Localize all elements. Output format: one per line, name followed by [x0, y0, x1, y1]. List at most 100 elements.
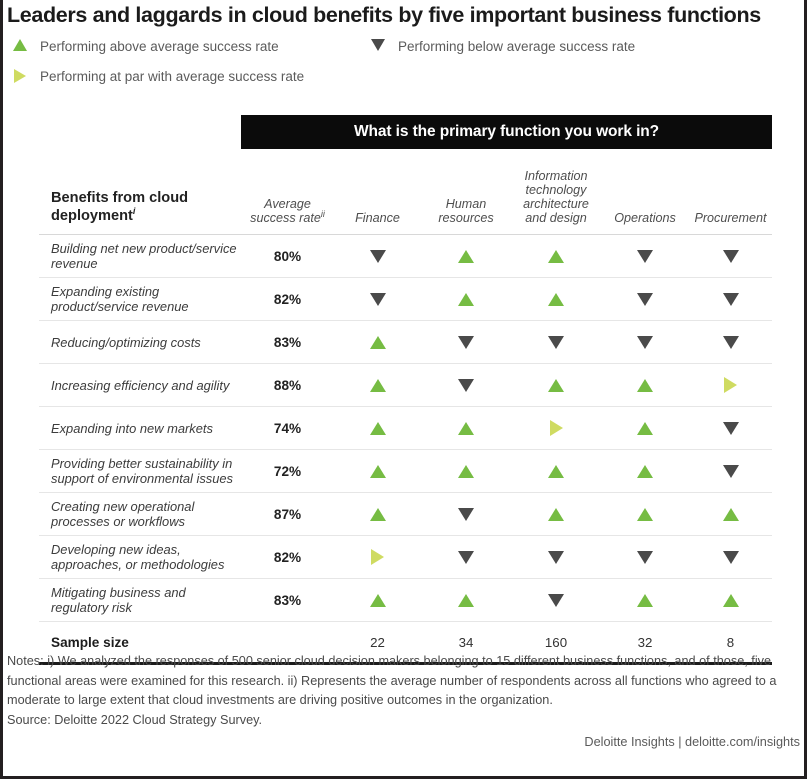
benefit-label: Expanding into new markets	[39, 406, 241, 450]
legend-item-at-par: Performing at par with average success r…	[11, 68, 304, 86]
average-success-rate-value: 74%	[241, 406, 334, 450]
column-header-procurement: Procurement	[689, 149, 772, 235]
triangle-up-icon	[637, 378, 653, 392]
performance-marker-cell	[511, 449, 601, 493]
performance-marker-cell	[334, 449, 421, 493]
performance-marker-cell	[511, 578, 601, 622]
triangle-down-icon	[548, 593, 564, 607]
triangle-up-icon	[722, 507, 739, 521]
performance-marker-cell	[421, 578, 511, 622]
performance-marker-cell	[421, 234, 511, 278]
footnote-marker-i: i	[132, 206, 136, 217]
performance-marker-cell	[601, 363, 689, 407]
triangle-down-icon	[458, 378, 474, 392]
performance-marker-cell	[421, 406, 511, 450]
average-success-rate-value: 83%	[241, 320, 334, 364]
performance-marker-cell	[511, 277, 601, 321]
triangle-down-icon	[722, 464, 739, 478]
benefit-label: Reducing/optimizing costs	[39, 320, 241, 364]
triangle-down-icon	[722, 249, 739, 263]
benefit-label: Providing better sustainability in suppo…	[39, 449, 241, 493]
average-success-rate-value: 88%	[241, 363, 334, 407]
performance-marker-cell	[511, 320, 601, 364]
table-header-row: Benefits from cloud deploymenti Average …	[39, 149, 772, 235]
triangle-right-icon	[11, 69, 29, 85]
triangle-up-icon	[548, 464, 564, 478]
triangle-right-icon	[724, 377, 737, 393]
column-header-it: Information technology architecture and …	[511, 149, 601, 235]
table-row: Increasing efficiency and agility 88%	[39, 363, 772, 407]
table-row: Mitigating business and regulatory risk 8…	[39, 578, 772, 622]
triangle-up-icon	[637, 421, 653, 435]
performance-marker-cell	[689, 535, 772, 579]
triangle-down-icon	[458, 550, 474, 564]
page-title: Leaders and laggards in cloud benefits b…	[7, 3, 761, 27]
column-header-benefit-text: Benefits from cloud deployment	[51, 190, 189, 224]
triangle-up-icon	[369, 507, 386, 521]
triangle-up-icon	[548, 249, 564, 263]
triangle-down-icon	[722, 335, 739, 349]
triangle-up-icon	[458, 464, 474, 478]
triangle-up-icon	[369, 335, 386, 349]
triangle-down-icon	[722, 421, 739, 435]
performance-marker-cell	[334, 406, 421, 450]
performance-marker-cell	[689, 363, 772, 407]
legend-item-below: Performing below average success rate	[369, 38, 635, 56]
table-row: Developing new ideas, approaches, or met…	[39, 535, 772, 579]
performance-marker-cell	[601, 320, 689, 364]
triangle-up-icon	[369, 593, 386, 607]
legend: Performing above average success rate Pe…	[7, 36, 797, 94]
triangle-down-icon	[722, 550, 739, 564]
benefit-label: Increasing efficiency and agility	[39, 363, 241, 407]
performance-marker-cell	[334, 277, 421, 321]
average-success-rate-value: 87%	[241, 492, 334, 536]
legend-item-above: Performing above average success rate	[11, 38, 279, 56]
column-header-operations: Operations	[601, 149, 689, 235]
performance-marker-cell	[601, 277, 689, 321]
performance-marker-cell	[601, 578, 689, 622]
table-row: Expanding existing product/service reven…	[39, 277, 772, 321]
triangle-up-icon	[637, 593, 653, 607]
average-success-rate-value: 80%	[241, 234, 334, 278]
column-header-finance: Finance	[334, 149, 421, 235]
footnote-marker-ii: ii	[320, 208, 325, 219]
legend-label-at-par: Performing at par with average success r…	[40, 69, 305, 84]
triangle-down-icon	[369, 292, 386, 306]
triangle-up-icon	[637, 507, 653, 521]
triangle-up-icon	[458, 421, 474, 435]
triangle-down-icon	[369, 249, 386, 263]
triangle-down-icon	[548, 335, 564, 349]
performance-marker-cell	[421, 277, 511, 321]
performance-marker-cell	[689, 406, 772, 450]
triangle-up-icon	[458, 593, 474, 607]
triangle-down-icon	[458, 507, 474, 521]
performance-marker-cell	[511, 492, 601, 536]
table-row: Creating new operational processes or wo…	[39, 492, 772, 536]
table-row: Reducing/optimizing costs 83%	[39, 320, 772, 364]
triangle-up-icon	[548, 292, 564, 306]
column-header-human-resources: Human resources	[421, 149, 511, 235]
banner-primary-function: What is the primary function you work in…	[241, 115, 772, 149]
performance-marker-cell	[421, 492, 511, 536]
performance-marker-cell	[689, 277, 772, 321]
table-row: Building net new product/service revenue…	[39, 234, 772, 278]
benefit-label: Developing new ideas, approaches, or met…	[39, 535, 241, 579]
benefit-label: Expanding existing product/service reven…	[39, 277, 241, 321]
triangle-down-icon	[458, 335, 474, 349]
performance-marker-cell	[334, 578, 421, 622]
triangle-up-icon	[637, 464, 653, 478]
triangle-right-icon	[549, 420, 563, 436]
triangle-up-icon	[369, 378, 386, 392]
table-head: Benefits from cloud deploymenti Average …	[39, 149, 772, 235]
average-success-rate-value: 72%	[241, 449, 334, 493]
performance-marker-cell	[689, 320, 772, 364]
triangle-up-icon	[548, 378, 564, 392]
triangle-up-icon	[369, 421, 386, 435]
benefits-table: Benefits from cloud deploymenti Average …	[39, 149, 772, 662]
column-header-average-text: Average success rate	[250, 197, 321, 225]
table-body: Building net new product/service revenue…	[39, 234, 772, 663]
average-success-rate-value: 83%	[241, 578, 334, 622]
performance-marker-cell	[689, 449, 772, 493]
source-text: Source: Deloitte 2022 Cloud Strategy Sur…	[7, 713, 263, 727]
infographic-page: Leaders and laggards in cloud benefits b…	[0, 0, 807, 779]
